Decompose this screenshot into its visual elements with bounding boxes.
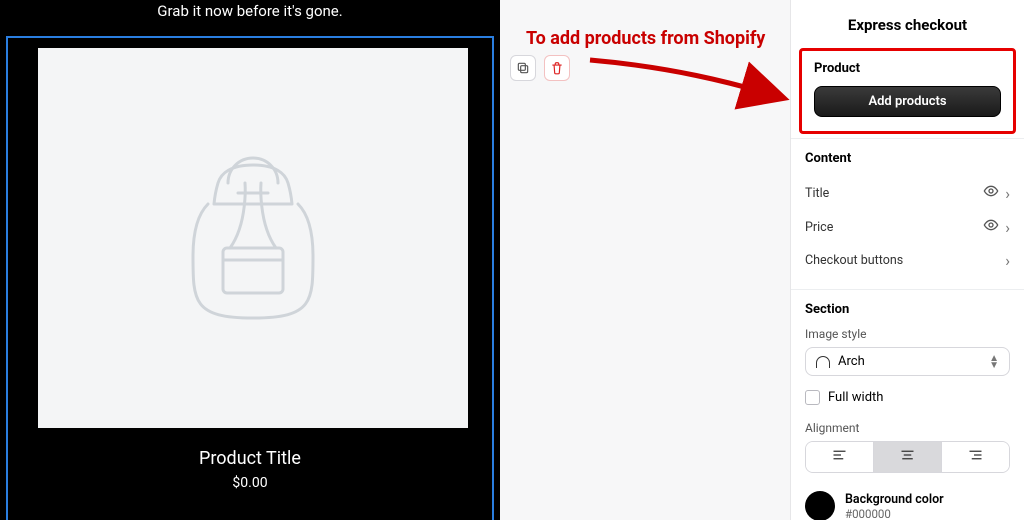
eye-icon <box>983 183 999 203</box>
annotation-text: To add products from Shopify <box>526 28 765 49</box>
image-style-select[interactable]: Arch ▲▼ <box>805 347 1010 376</box>
section-section-label: Section <box>805 302 1010 317</box>
duplicate-button[interactable] <box>510 55 536 81</box>
delete-button[interactable] <box>544 55 570 81</box>
section-section: Section Image style Arch ▲▼ Full width A… <box>791 289 1024 520</box>
product-title: Product Title <box>38 448 462 469</box>
image-style-label: Image style <box>805 327 1010 341</box>
content-section: Content Title Price Checkout buttons <box>791 138 1024 289</box>
alignment-segmented <box>805 441 1010 473</box>
annotation-arrow-icon <box>580 42 800 132</box>
full-width-checkbox[interactable] <box>805 390 820 405</box>
product-price: $0.00 <box>38 475 462 491</box>
email-preview: Grab it now before it's gone. Product Ti… <box>0 0 500 520</box>
chevron-right-icon <box>1005 218 1010 237</box>
product-image-placeholder <box>38 48 468 428</box>
image-style-value: Arch <box>838 354 865 369</box>
content-row-label: Checkout buttons <box>805 253 903 268</box>
alignment-label: Alignment <box>805 421 1010 435</box>
product-section-highlight: Product Add products <box>799 48 1016 134</box>
full-width-label: Full width <box>828 390 883 405</box>
product-block[interactable]: Product Title $0.00 <box>6 36 494 520</box>
bg-color-label: Background color <box>845 492 944 507</box>
duplicate-icon <box>516 61 530 75</box>
add-products-button[interactable]: Add products <box>814 86 1001 117</box>
promo-text: Grab it now before it's gone. <box>0 0 500 26</box>
bg-color-swatch <box>805 491 835 520</box>
align-right-icon <box>968 449 983 461</box>
content-row-price[interactable]: Price <box>805 210 1010 244</box>
panel-title: Express checkout <box>791 0 1024 48</box>
product-section-label: Product <box>814 61 1001 76</box>
canvas-area: To add products from Shopify <box>500 0 790 520</box>
backpack-icon <box>153 138 353 338</box>
content-row-title[interactable]: Title <box>805 176 1010 210</box>
content-row-checkout-buttons[interactable]: Checkout buttons <box>805 244 1010 277</box>
align-center-button[interactable] <box>874 442 942 472</box>
align-left-icon <box>832 449 847 461</box>
select-stepper-icon: ▲▼ <box>989 355 999 369</box>
chevron-right-icon <box>1005 251 1010 270</box>
content-section-label: Content <box>805 151 1010 166</box>
chevron-right-icon <box>1005 184 1010 203</box>
bg-color-value: #000000 <box>845 507 944 520</box>
content-row-label: Title <box>805 186 829 201</box>
arch-icon <box>816 356 830 368</box>
align-right-button[interactable] <box>942 442 1009 472</box>
content-row-label: Price <box>805 220 833 235</box>
align-center-icon <box>900 449 915 461</box>
background-color-row[interactable]: Background color #000000 <box>805 491 1010 520</box>
settings-panel: Express checkout Product Add products Co… <box>790 0 1024 520</box>
align-left-button[interactable] <box>806 442 874 472</box>
trash-icon <box>550 61 564 75</box>
eye-icon <box>983 217 999 237</box>
